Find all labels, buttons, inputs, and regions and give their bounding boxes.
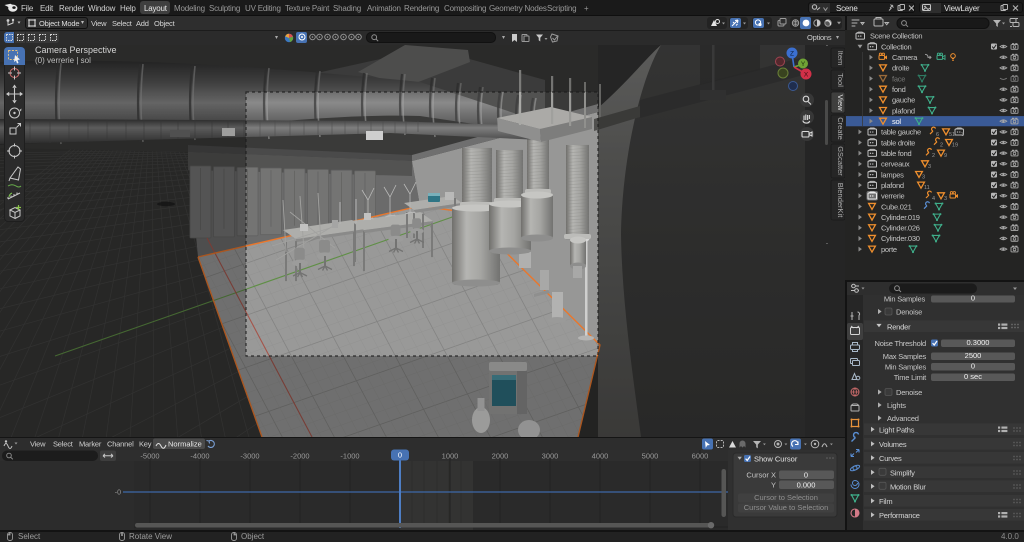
svg-text:9: 9 — [944, 153, 947, 159]
svg-text:-3000: -3000 — [240, 452, 259, 461]
svg-text:BlenderKit: BlenderKit — [836, 183, 845, 219]
svg-text:Simplify: Simplify — [890, 469, 915, 478]
svg-text:Curves: Curves — [879, 454, 902, 463]
svg-text:Select: Select — [53, 440, 74, 449]
svg-text:Render: Render — [887, 323, 911, 332]
svg-text:table gauche: table gauche — [881, 128, 921, 137]
svg-text:Tool: Tool — [836, 73, 845, 87]
svg-text:0: 0 — [971, 362, 975, 371]
svg-text:Time Limit: Time Limit — [894, 373, 927, 382]
svg-text:Key: Key — [139, 440, 152, 449]
svg-text:View: View — [30, 440, 46, 449]
svg-text:Marker: Marker — [79, 440, 102, 449]
svg-text:-0: -0 — [115, 490, 121, 497]
svg-text:4000: 4000 — [592, 452, 609, 461]
svg-text:0.000: 0.000 — [797, 481, 816, 490]
svg-text:Lights: Lights — [887, 401, 906, 410]
svg-text:Cube.021: Cube.021 — [881, 202, 912, 211]
svg-text:Denoise: Denoise — [896, 388, 922, 397]
svg-text:lampes: lampes — [881, 170, 904, 179]
svg-text:-1000: -1000 — [340, 452, 359, 461]
svg-text:3: 3 — [928, 164, 931, 170]
svg-text:3000: 3000 — [542, 452, 559, 461]
svg-text:Normalize: Normalize — [168, 440, 202, 449]
svg-text:Show Cursor: Show Cursor — [754, 455, 798, 464]
svg-text:1000: 1000 — [442, 452, 459, 461]
svg-text:View: View — [836, 94, 845, 111]
svg-text:19: 19 — [952, 143, 958, 149]
svg-text:5000: 5000 — [642, 452, 659, 461]
svg-text:gauche: gauche — [892, 96, 915, 105]
svg-text:0.3000: 0.3000 — [967, 338, 990, 347]
svg-text:6000: 6000 — [692, 452, 709, 461]
svg-text:Max Samples: Max Samples — [883, 352, 927, 361]
svg-text:2500: 2500 — [965, 351, 982, 360]
svg-text:3: 3 — [944, 196, 947, 202]
svg-text:Collection: Collection — [881, 42, 912, 51]
svg-text:2: 2 — [940, 143, 943, 149]
svg-text:droite: droite — [892, 64, 909, 73]
svg-text:0: 0 — [971, 295, 975, 303]
svg-text:6: 6 — [936, 132, 939, 138]
svg-text:2: 2 — [932, 153, 935, 159]
svg-text:Cylinder.026: Cylinder.026 — [881, 224, 920, 233]
svg-text:51: 51 — [949, 132, 955, 138]
svg-text:-2000: -2000 — [290, 452, 309, 461]
svg-text:Y: Y — [771, 481, 776, 490]
svg-text:Min Samples: Min Samples — [885, 363, 927, 372]
svg-text:0: 0 — [804, 471, 808, 480]
svg-text:Light Paths: Light Paths — [879, 426, 915, 435]
svg-text:11: 11 — [924, 185, 930, 191]
svg-text:Item: Item — [836, 51, 845, 66]
svg-text:plafond: plafond — [881, 181, 904, 190]
svg-text:table droite: table droite — [881, 138, 915, 147]
svg-text:cerveaux: cerveaux — [881, 160, 910, 169]
svg-text:table fond: table fond — [881, 149, 912, 158]
svg-text:Denoise: Denoise — [896, 308, 922, 317]
svg-text:sol: sol — [892, 117, 901, 126]
svg-text:Motion Blur: Motion Blur — [890, 483, 926, 492]
svg-text:ˆ: ˆ — [826, 46, 828, 52]
svg-text:3: 3 — [961, 132, 964, 138]
svg-text:Film: Film — [879, 497, 892, 506]
svg-text:Noise Threshold: Noise Threshold — [875, 339, 927, 348]
svg-text:Cursor to Selection: Cursor to Selection — [754, 493, 818, 502]
svg-text:-5000: -5000 — [140, 452, 159, 461]
svg-text:2000: 2000 — [492, 452, 509, 461]
svg-text:0: 0 — [398, 451, 402, 460]
svg-text:Performance: Performance — [879, 511, 920, 520]
svg-text:face: face — [892, 74, 905, 83]
svg-text:Volumes: Volumes — [879, 440, 907, 449]
svg-text:GScatter: GScatter — [836, 146, 845, 176]
svg-text:plafond: plafond — [892, 106, 915, 115]
svg-text:Channel: Channel — [107, 440, 134, 449]
svg-text:ˆ: ˆ — [826, 244, 828, 250]
svg-text:0 sec: 0 sec — [964, 372, 982, 381]
svg-text:Camera: Camera — [892, 53, 918, 62]
svg-text:verrerie: verrerie — [881, 192, 905, 201]
svg-text:-4000: -4000 — [190, 452, 209, 461]
svg-text:4: 4 — [932, 196, 935, 202]
svg-text:3: 3 — [922, 174, 925, 180]
svg-text:(0) verrerie | sol: (0) verrerie | sol — [35, 56, 91, 65]
svg-text:Create: Create — [836, 117, 845, 140]
svg-text:porte: porte — [881, 245, 897, 254]
svg-text:Y: Y — [801, 61, 806, 68]
svg-text:Cylinder.030: Cylinder.030 — [881, 234, 920, 243]
svg-text:Min Samples: Min Samples — [884, 295, 926, 304]
svg-text:Cursor Value to Selection: Cursor Value to Selection — [744, 503, 829, 512]
svg-text:Scene Collection: Scene Collection — [870, 32, 922, 41]
svg-text:Advanced: Advanced — [887, 414, 919, 423]
svg-text:fond: fond — [892, 85, 906, 94]
svg-text:Cursor X: Cursor X — [746, 471, 776, 480]
svg-text:Z: Z — [790, 51, 794, 58]
svg-text:X: X — [804, 72, 809, 79]
svg-text:Cylinder.019: Cylinder.019 — [881, 213, 920, 222]
svg-text:Camera Perspective: Camera Perspective — [35, 45, 117, 55]
